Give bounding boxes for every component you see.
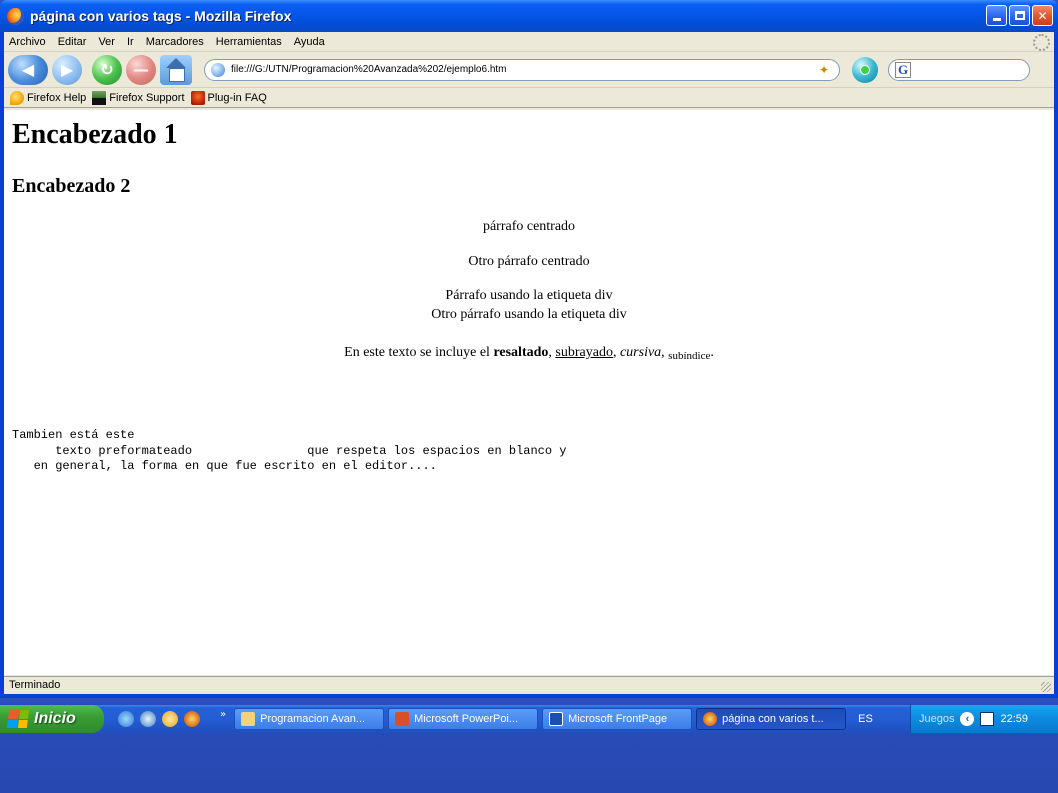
- status-bar: Terminado: [4, 676, 1054, 694]
- firefox-icon[interactable]: [184, 711, 200, 727]
- bookmark-plugin-faq[interactable]: Plug-in FAQ: [190, 90, 267, 105]
- page-icon: [211, 62, 225, 77]
- task-label: Programacion Avan...: [260, 713, 366, 725]
- firefox-logo-icon: [7, 7, 24, 25]
- plugin-icon: [190, 90, 205, 105]
- resize-grip-icon[interactable]: [1041, 682, 1051, 692]
- bookmarks-toolbar: Firefox Help Firefox Support Plug-in FAQ: [4, 88, 1054, 108]
- folder-icon: [241, 712, 256, 726]
- windows-logo-icon: [6, 710, 30, 728]
- menu-ir[interactable]: Ir: [127, 36, 134, 48]
- task-label: Microsoft PowerPoi...: [414, 713, 519, 725]
- taskbar: Inicio » Programacion Avan... Microsoft …: [0, 705, 1058, 733]
- minimize-icon: [992, 18, 1001, 21]
- quick-launch: [118, 711, 200, 727]
- start-label: Inicio: [34, 710, 76, 727]
- menu-ayuda[interactable]: Ayuda: [294, 36, 325, 48]
- reload-icon: ↻: [100, 60, 114, 79]
- centered-paragraph-2: Otro párrafo centrado: [468, 254, 590, 269]
- italic-text: cursiva: [619, 345, 662, 360]
- search-bar[interactable]: G: [888, 58, 1030, 81]
- bookmark-star-icon[interactable]: ✦: [817, 63, 831, 77]
- separator: ,: [612, 345, 620, 360]
- task-label: Microsoft FrontPage: [568, 713, 668, 725]
- div-paragraph-1: Párrafo usando la etiqueta div: [445, 288, 613, 303]
- bookmark-label: Firefox Help: [27, 91, 87, 104]
- forward-arrow-icon: ▶: [60, 60, 74, 79]
- close-button[interactable]: ✕: [1032, 5, 1053, 26]
- task-powerpoint[interactable]: Microsoft PowerPoi...: [388, 708, 539, 730]
- tray-toolbar-label[interactable]: Juegos: [919, 713, 954, 725]
- start-button[interactable]: Inicio: [0, 705, 104, 733]
- bookmark-label: Firefox Support: [109, 91, 185, 104]
- zine-icon: [92, 90, 107, 105]
- quick-launch-more-icon[interactable]: »: [220, 709, 226, 720]
- subscript-text: subíndice: [668, 350, 711, 362]
- go-icon: [860, 64, 870, 75]
- centered-paragraph-1: párrafo centrado: [482, 219, 576, 234]
- show-hidden-icons-icon[interactable]: ‹: [960, 712, 975, 726]
- firefox-icon: [703, 712, 718, 726]
- menu-ver[interactable]: Ver: [98, 36, 115, 48]
- period: .: [710, 345, 714, 360]
- url-bar[interactable]: file:///G:/UTN/Programacion%20Avanzada%2…: [204, 58, 840, 81]
- styled-text-paragraph: En este texto se incluye el resaltado, s…: [4, 345, 1054, 362]
- underline-text: subrayado: [555, 345, 613, 360]
- bookmark-label: Plug-in FAQ: [207, 91, 267, 104]
- back-button[interactable]: ◀: [8, 54, 48, 85]
- throbber-icon: [1033, 34, 1050, 51]
- task-firefox[interactable]: página con varios t...: [696, 708, 847, 730]
- powerpoint-icon: [395, 712, 410, 726]
- back-arrow-icon: ◀: [21, 60, 35, 79]
- menu-archivo[interactable]: Archivo: [9, 36, 46, 48]
- div-paragraph-2: Otro párrafo usando la etiqueta div: [431, 307, 627, 322]
- url-input[interactable]: file:///G:/UTN/Programacion%20Avanzada%2…: [231, 64, 507, 75]
- task-label: página con varios t...: [722, 713, 824, 725]
- firefox-window: página con varios tags - Mozilla Firefox…: [0, 0, 1058, 698]
- go-button[interactable]: [852, 56, 878, 83]
- reload-button[interactable]: ↻: [92, 54, 122, 85]
- menu-herramientas[interactable]: Herramientas: [216, 36, 282, 48]
- frontpage-icon: [549, 712, 564, 726]
- styled-intro: En este texto se incluye el: [344, 345, 494, 360]
- menu-editar[interactable]: Editar: [58, 36, 87, 48]
- preformatted-text: Tambien está este texto preformateado qu…: [12, 428, 567, 473]
- language-indicator[interactable]: ES: [858, 713, 873, 725]
- status-text: Terminado: [9, 679, 61, 691]
- stop-button[interactable]: —: [126, 54, 156, 85]
- search-engine-icon[interactable]: G: [895, 61, 911, 78]
- heading-2: Encabezado 2: [12, 175, 131, 197]
- stop-icon: —: [133, 60, 149, 79]
- bold-text: resaltado: [493, 345, 549, 360]
- browser-chrome: Archivo Editar Ver Ir Marcadores Herrami…: [4, 32, 1054, 694]
- clock[interactable]: 22:59: [1000, 713, 1028, 725]
- task-frontpage[interactable]: Microsoft FrontPage: [542, 708, 693, 730]
- navigation-toolbar: ◀ ▶ ↻ — file:///G:/UTN/Programacion%20Av…: [4, 52, 1054, 88]
- media-icon[interactable]: [162, 711, 178, 727]
- page-content: Encabezado 1 Encabezado 2 párrafo centra…: [4, 110, 1054, 675]
- minimize-button[interactable]: [986, 5, 1007, 26]
- maximize-icon: [1014, 11, 1025, 20]
- outlook-icon[interactable]: [140, 711, 156, 727]
- menu-marcadores[interactable]: Marcadores: [146, 36, 204, 48]
- maximize-button[interactable]: [1009, 5, 1030, 26]
- ie-icon[interactable]: [118, 711, 134, 727]
- bookmark-firefox-support[interactable]: Firefox Support: [92, 90, 185, 105]
- tray-app-icon[interactable]: [980, 712, 995, 726]
- close-icon: ✕: [1037, 8, 1048, 23]
- help-icon: [10, 90, 24, 105]
- title-bar[interactable]: página con varios tags - Mozilla Firefox…: [0, 0, 1058, 32]
- task-programacion[interactable]: Programacion Avan...: [234, 708, 385, 730]
- bookmark-firefox-help[interactable]: Firefox Help: [10, 90, 87, 105]
- heading-1: Encabezado 1: [12, 119, 178, 150]
- system-tray: Juegos ‹ 22:59: [910, 705, 1058, 733]
- home-button[interactable]: [160, 54, 192, 85]
- window-controls: ✕: [986, 5, 1053, 26]
- menu-bar: Archivo Editar Ver Ir Marcadores Herrami…: [4, 32, 1054, 52]
- forward-button[interactable]: ▶: [52, 54, 82, 85]
- window-title: página con varios tags - Mozilla Firefox: [30, 8, 292, 24]
